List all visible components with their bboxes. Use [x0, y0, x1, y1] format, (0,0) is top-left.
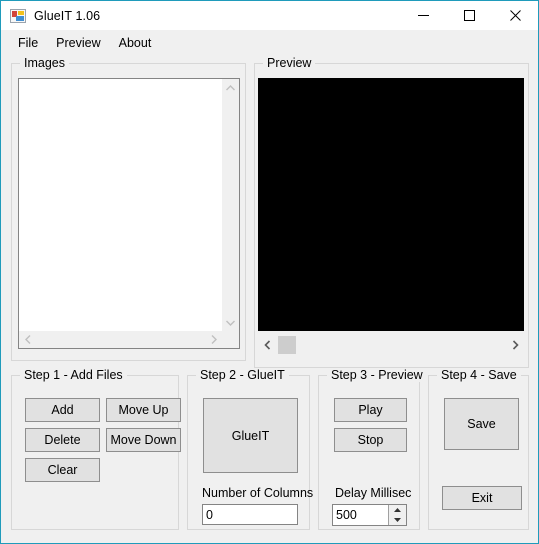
scrollbar-corner — [222, 331, 239, 348]
step3-group-box: Step 3 - Preview Play Stop Delay Millise… — [318, 368, 427, 530]
title-bar: GlueIT 1.06 — [1, 1, 538, 30]
stop-button[interactable]: Stop — [334, 428, 407, 452]
stepper-up-icon[interactable] — [389, 505, 406, 515]
preview-group-box: Preview — [254, 56, 529, 368]
images-listbox[interactable] — [18, 78, 240, 349]
images-listbox-horizontal-scrollbar[interactable] — [19, 330, 222, 348]
step4-group-box: Step 4 - Save Save Exit — [428, 368, 529, 530]
clear-button[interactable]: Clear — [25, 458, 100, 482]
move-up-button[interactable]: Move Up — [106, 398, 181, 422]
close-button[interactable] — [492, 1, 538, 30]
scroll-left-icon[interactable] — [19, 331, 36, 348]
scroll-up-icon[interactable] — [222, 79, 239, 96]
application-window: GlueIT 1.06 File Preview About Images Pr… — [0, 0, 539, 544]
step1-group-box: Step 1 - Add Files Add Move Up Delete Mo… — [11, 368, 181, 530]
images-group-box: Images — [11, 56, 246, 361]
step2-group-label: Step 2 - GlueIT — [196, 368, 289, 382]
client-area: Images Preview Step 1 - Add Files Add Mo… — [1, 55, 538, 543]
scroll-down-icon[interactable] — [222, 314, 239, 331]
preview-horizontal-scrollbar[interactable] — [258, 336, 524, 354]
add-button[interactable]: Add — [25, 398, 100, 422]
images-listbox-vertical-scrollbar[interactable] — [221, 79, 239, 331]
window-controls — [400, 1, 538, 30]
window-title: GlueIT 1.06 — [34, 8, 101, 23]
app-logo-icon — [10, 8, 26, 24]
scroll-right-icon[interactable] — [205, 331, 222, 348]
step3-group-label: Step 3 - Preview — [327, 368, 427, 382]
menu-item-preview[interactable]: Preview — [47, 33, 109, 53]
minimize-icon — [417, 15, 429, 16]
minimize-button[interactable] — [400, 1, 446, 30]
save-button[interactable]: Save — [444, 398, 519, 450]
step2-group-box: Step 2 - GlueIT GlueIT Number of Columns… — [187, 368, 314, 530]
delete-button[interactable]: Delete — [25, 428, 100, 452]
menu-bar: File Preview About — [1, 30, 538, 55]
images-group-label: Images — [20, 56, 69, 70]
maximize-button[interactable] — [446, 1, 492, 30]
stepper-buttons[interactable] — [388, 505, 406, 525]
preview-group-label: Preview — [263, 56, 316, 70]
preview-scrollbar-thumb[interactable] — [278, 336, 296, 354]
images-listbox-content[interactable] — [19, 79, 222, 331]
step1-group-label: Step 1 - Add Files — [20, 368, 127, 382]
preview-scroll-left-icon[interactable] — [258, 336, 276, 354]
number-of-columns-label: Number of Columns — [202, 486, 314, 500]
delay-millisec-stepper[interactable]: 500 — [332, 504, 407, 526]
stepper-down-icon[interactable] — [389, 515, 406, 525]
preview-scroll-right-icon[interactable] — [506, 336, 524, 354]
number-of-columns-input[interactable]: 0 — [202, 504, 298, 525]
step4-group-label: Step 4 - Save — [437, 368, 521, 382]
maximize-icon — [463, 10, 475, 21]
play-button[interactable]: Play — [334, 398, 407, 422]
menu-item-about[interactable]: About — [110, 33, 161, 53]
exit-button[interactable]: Exit — [442, 486, 522, 510]
delay-millisec-value[interactable]: 500 — [336, 505, 388, 525]
menu-item-file[interactable]: File — [9, 33, 47, 53]
close-icon — [509, 10, 521, 21]
glueit-button[interactable]: GlueIT — [203, 398, 298, 473]
move-down-button[interactable]: Move Down — [106, 428, 181, 452]
preview-canvas[interactable] — [258, 78, 524, 331]
delay-millisec-label: Delay Millisec — [335, 486, 412, 500]
